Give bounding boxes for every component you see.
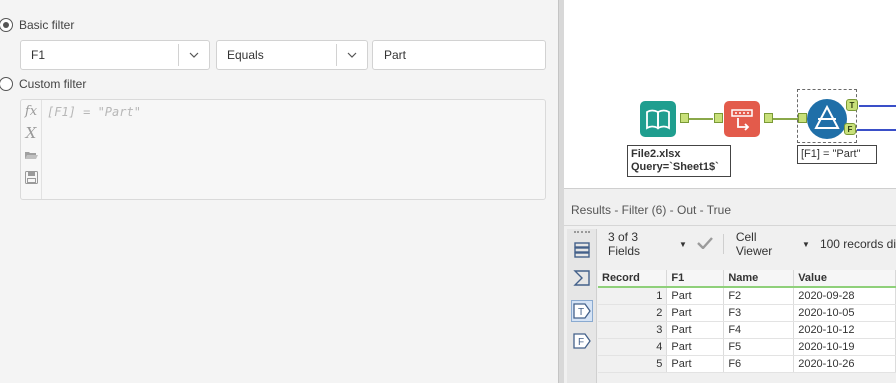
caret-down-icon: ▼ bbox=[802, 239, 810, 249]
output-anchor[interactable] bbox=[764, 113, 773, 123]
f1-cell[interactable]: Part bbox=[666, 287, 725, 305]
results-toolbar: 3 of 3 Fields ▼ Cell Viewer ▼ 100 record… bbox=[600, 229, 896, 259]
record-cell[interactable]: 4 bbox=[598, 338, 668, 356]
value-cell[interactable]: 2020-10-05 bbox=[793, 304, 896, 322]
variable-x-icon[interactable]: X bbox=[22, 124, 40, 142]
results-grid[interactable]: Record F1 Name Value 1 Part F2 2020-09-2… bbox=[598, 270, 896, 373]
f1-cell[interactable]: Part bbox=[666, 338, 725, 356]
column-header-record[interactable]: Record bbox=[598, 270, 668, 288]
filter-triangle-icon bbox=[814, 104, 840, 129]
designer-window: Basic filter F1 Equals Part Custom filte… bbox=[0, 0, 896, 383]
name-cell[interactable]: F3 bbox=[723, 304, 795, 322]
fields-dropdown[interactable]: 3 of 3 Fields ▼ bbox=[608, 230, 687, 258]
table-view-icon[interactable] bbox=[571, 239, 593, 261]
fx-icon[interactable]: fx bbox=[22, 102, 40, 120]
custom-filter-label: Custom filter bbox=[19, 77, 87, 91]
f1-cell[interactable]: Part bbox=[666, 304, 725, 322]
record-cell[interactable]: 2 bbox=[598, 304, 668, 322]
true-output-connection[interactable] bbox=[859, 105, 896, 107]
name-cell[interactable]: F6 bbox=[723, 355, 795, 373]
basic-filter-option[interactable]: Basic filter bbox=[0, 18, 74, 32]
input-annotation: File2.xlsx Query=`Sheet1$` bbox=[627, 145, 731, 177]
compare-value-input[interactable]: Part bbox=[372, 40, 546, 70]
expression-toolbar: fx X bbox=[21, 100, 42, 199]
value-cell[interactable]: 2020-10-26 bbox=[793, 355, 896, 373]
chevron-down-icon[interactable] bbox=[179, 52, 209, 58]
table-row[interactable]: 2 Part F3 2020-10-05 bbox=[598, 304, 896, 322]
results-table: Record F1 Name Value 1 Part F2 2020-09-2… bbox=[598, 270, 896, 373]
custom-filter-radio[interactable] bbox=[0, 77, 13, 91]
output-anchor[interactable] bbox=[680, 113, 689, 123]
field-select[interactable]: F1 bbox=[20, 40, 210, 70]
operator-select[interactable]: Equals bbox=[216, 40, 368, 70]
column-header-value[interactable]: Value bbox=[793, 270, 896, 288]
column-header-f1[interactable]: F1 bbox=[666, 270, 725, 288]
true-anchor[interactable]: T bbox=[846, 99, 858, 111]
expression-editor[interactable]: fx X [F1] = "Part" bbox=[20, 99, 546, 200]
select-tool[interactable] bbox=[724, 101, 760, 137]
fields-label: 3 of 3 Fields bbox=[608, 230, 641, 258]
record-cell[interactable]: 5 bbox=[598, 355, 668, 373]
custom-filter-option[interactable]: Custom filter bbox=[0, 77, 86, 91]
operator-select-value: Equals bbox=[227, 48, 264, 62]
input-data-tool[interactable] bbox=[640, 101, 676, 137]
svg-text:T: T bbox=[578, 307, 584, 318]
tab-true-output[interactable]: T bbox=[571, 300, 593, 322]
value-cell[interactable]: 2020-10-12 bbox=[793, 321, 896, 339]
caret-down-icon: ▼ bbox=[678, 239, 687, 249]
name-cell[interactable]: F4 bbox=[723, 321, 795, 339]
records-count: 100 records di bbox=[819, 237, 896, 251]
chevron-down-icon[interactable] bbox=[337, 52, 367, 58]
input-query: Query=`Sheet1$` bbox=[631, 161, 719, 173]
f1-cell[interactable]: Part bbox=[666, 355, 725, 373]
cell-viewer-dropdown[interactable]: Cell Viewer ▼ bbox=[736, 230, 810, 258]
table-header-row: Record F1 Name Value bbox=[598, 270, 896, 288]
input-file-name: File2.xlsx bbox=[631, 148, 681, 160]
name-cell[interactable]: F2 bbox=[723, 287, 795, 305]
filter-annotation: [F1] = "Part" bbox=[797, 145, 877, 164]
column-header-name[interactable]: Name bbox=[723, 270, 795, 288]
save-disk-icon[interactable] bbox=[22, 168, 40, 186]
table-row[interactable]: 4 Part F5 2020-10-19 bbox=[598, 338, 896, 356]
table-row[interactable]: 5 Part F6 2020-10-26 bbox=[598, 355, 896, 373]
connection-line[interactable] bbox=[773, 118, 799, 120]
basic-filter-label: Basic filter bbox=[19, 18, 75, 32]
workflow-canvas[interactable]: T F File2.xlsx Query=`Sheet1$` [F1] = "P… bbox=[564, 0, 896, 188]
summary-sigma-icon[interactable] bbox=[571, 267, 593, 289]
name-cell[interactable]: F5 bbox=[723, 338, 795, 356]
results-side-toolbar: T F bbox=[567, 229, 597, 383]
basic-filter-radio[interactable] bbox=[0, 18, 13, 32]
value-cell[interactable]: 2020-09-28 bbox=[793, 287, 896, 305]
book-icon bbox=[646, 109, 670, 130]
value-cell[interactable]: 2020-10-19 bbox=[793, 338, 896, 356]
filter-tool[interactable] bbox=[807, 99, 847, 139]
table-row[interactable]: 1 Part F2 2020-09-28 bbox=[598, 287, 896, 305]
select-columns-icon bbox=[731, 109, 753, 131]
grip-icon bbox=[574, 231, 590, 233]
folder-open-icon[interactable] bbox=[22, 146, 40, 164]
tab-false-output[interactable]: F bbox=[571, 330, 593, 352]
cell-viewer-label: Cell Viewer bbox=[735, 230, 773, 258]
field-select-value: F1 bbox=[31, 48, 46, 62]
svg-text:F: F bbox=[578, 337, 584, 348]
filter-configuration-panel: Basic filter F1 Equals Part Custom filte… bbox=[0, 0, 558, 383]
record-cell[interactable]: 1 bbox=[598, 287, 668, 305]
results-title: Results - Filter (6) - Out - True bbox=[571, 203, 732, 217]
input-anchor[interactable] bbox=[714, 113, 723, 123]
divider bbox=[564, 225, 896, 226]
table-row[interactable]: 3 Part F4 2020-10-12 bbox=[598, 321, 896, 339]
f1-cell[interactable]: Part bbox=[666, 321, 725, 339]
false-anchor[interactable]: F bbox=[844, 123, 856, 135]
expression-placeholder: [F1] = "Part" bbox=[47, 105, 141, 119]
check-icon[interactable] bbox=[697, 236, 713, 252]
divider bbox=[722, 234, 724, 254]
record-cell[interactable]: 3 bbox=[598, 321, 668, 339]
connection-line[interactable] bbox=[689, 118, 713, 120]
false-output-connection[interactable] bbox=[857, 129, 896, 131]
